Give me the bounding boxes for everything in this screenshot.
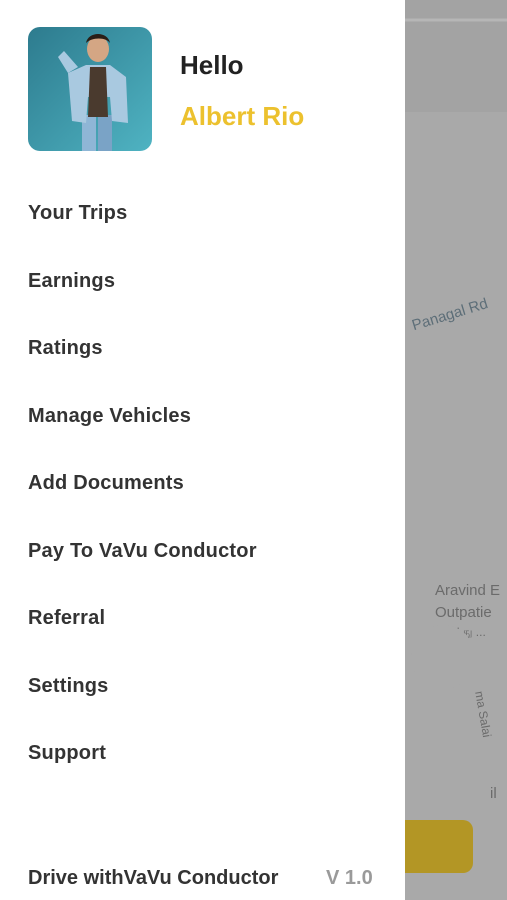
avatar[interactable] bbox=[28, 27, 152, 151]
menu-item-your-trips[interactable]: Your Trips bbox=[28, 198, 257, 266]
menu-item-settings[interactable]: Settings bbox=[28, 671, 257, 739]
menu-item-pay-to-vavu[interactable]: Pay To VaVu Conductor bbox=[28, 536, 257, 604]
map-fragment-label: il bbox=[490, 785, 497, 802]
navigation-drawer: Hello Albert Rio Your Trips Earnings Rat… bbox=[0, 0, 405, 900]
user-name: Albert Rio bbox=[180, 101, 305, 131]
menu-item-referral[interactable]: Referral bbox=[28, 603, 257, 671]
poi-name-line2: Outpatie bbox=[435, 604, 492, 621]
locate-button[interactable] bbox=[411, 625, 475, 689]
drawer-menu: Your Trips Earnings Ratings Manage Vehic… bbox=[28, 198, 257, 806]
menu-item-earnings[interactable]: Earnings bbox=[28, 266, 257, 334]
menu-item-ratings[interactable]: Ratings bbox=[28, 333, 257, 401]
poi-name-line1: Aravind E bbox=[435, 582, 501, 599]
menu-item-manage-vehicles[interactable]: Manage Vehicles bbox=[28, 401, 257, 469]
menu-item-add-documents[interactable]: Add Documents bbox=[28, 468, 257, 536]
primary-action-button[interactable] bbox=[395, 820, 473, 873]
user-photo bbox=[28, 27, 152, 151]
app-version: V 1.0 bbox=[326, 867, 373, 889]
menu-item-support[interactable]: Support bbox=[28, 738, 257, 806]
footer-brand-link[interactable]: Drive withVaVu Conductor bbox=[28, 867, 278, 890]
greeting-text: Hello bbox=[180, 50, 244, 80]
